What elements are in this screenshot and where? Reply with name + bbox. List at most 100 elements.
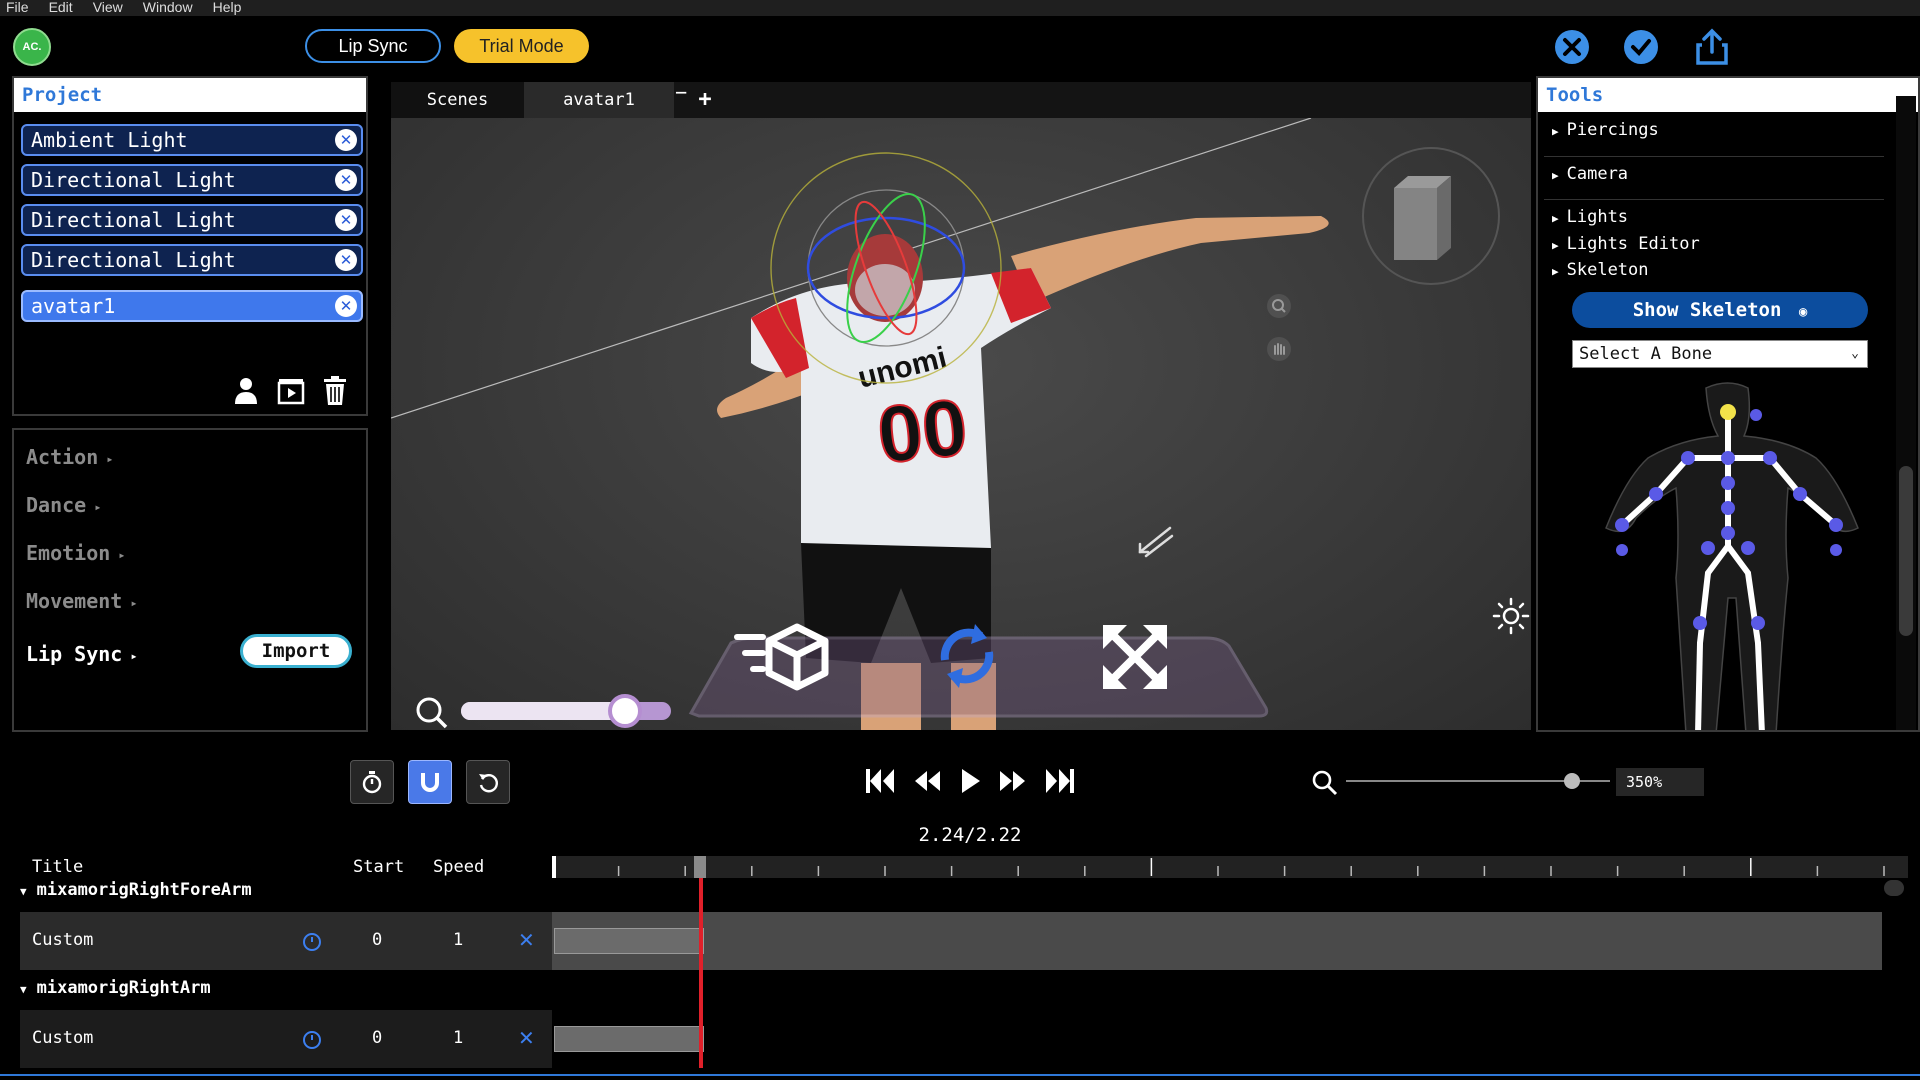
- tools-panel: Tools ▶ Piercings ▶ Camera ▶ Lights ▶ Lights…: [1536, 76, 1920, 732]
- track-start[interactable]: 0: [372, 1028, 382, 1048]
- animation-clip[interactable]: [554, 1026, 704, 1052]
- timeline-ruler[interactable]: [552, 856, 1908, 878]
- bone-select-value: Select A Bone: [1579, 344, 1713, 364]
- trash-icon[interactable]: [323, 376, 347, 410]
- track-group-right-arm[interactable]: ▼ mixamorigRightArm: [20, 978, 211, 998]
- skeleton-figure[interactable]: [1538, 378, 1898, 732]
- stopwatch-icon[interactable]: [301, 930, 323, 956]
- playhead-line[interactable]: [699, 878, 703, 1068]
- timeline-zoom-icon: [1312, 770, 1338, 800]
- lighting-sun-icon[interactable]: [1491, 596, 1531, 640]
- tool-piercings[interactable]: ▶ Piercings: [1552, 120, 1659, 140]
- playhead-handle: [694, 856, 706, 878]
- add-tab-button[interactable]: +: [693, 82, 717, 118]
- category-emotion[interactable]: Emotion ▸: [26, 541, 126, 565]
- pan-hand-icon[interactable]: [1266, 336, 1292, 366]
- category-action[interactable]: Action ▸: [26, 445, 113, 469]
- tool-lights-editor[interactable]: ▶ Lights Editor: [1552, 234, 1700, 254]
- share-export-icon[interactable]: [1693, 28, 1731, 66]
- remove-icon[interactable]: ✕: [335, 129, 357, 151]
- delete-track-icon[interactable]: ✕: [518, 928, 535, 952]
- add-scene-icon[interactable]: [277, 377, 305, 409]
- category-label: Dance: [26, 493, 87, 517]
- skip-to-start-icon[interactable]: [864, 766, 896, 800]
- tool-lights[interactable]: ▶ Lights: [1552, 207, 1628, 227]
- tab-avatar1[interactable]: avatar1: [524, 82, 674, 118]
- tool-divider: [1544, 156, 1884, 157]
- avatar-right-arm: [1011, 216, 1329, 303]
- menu-edit[interactable]: Edit: [49, 0, 73, 16]
- menu-view[interactable]: View: [93, 0, 123, 16]
- snap-magnet-button[interactable]: [408, 760, 452, 804]
- track-row[interactable]: Custom 0 1 ✕: [20, 1010, 552, 1068]
- track-lane[interactable]: [552, 912, 1882, 970]
- track-lane[interactable]: [552, 1010, 1882, 1068]
- zoom-tool-icon[interactable]: [1266, 293, 1292, 323]
- 3d-viewport[interactable]: unomi 00: [391, 118, 1531, 730]
- import-button[interactable]: Import: [240, 634, 352, 668]
- timer-button[interactable]: [350, 760, 394, 804]
- track-speed[interactable]: 1: [453, 1028, 463, 1048]
- tools-scrollbar-thumb[interactable]: [1899, 466, 1913, 636]
- fast-forward-icon[interactable]: [998, 766, 1028, 800]
- 3d-object-menu-icon[interactable]: [733, 623, 833, 697]
- category-movement[interactable]: Movement ▸: [26, 589, 138, 613]
- tool-camera[interactable]: ▶ Camera: [1552, 164, 1628, 184]
- skip-to-end-icon[interactable]: [1044, 766, 1076, 800]
- project-item-directional-light[interactable]: Directional Light ✕: [21, 244, 363, 276]
- track-group-label: mixamorigRightArm: [36, 978, 211, 998]
- remove-icon[interactable]: ✕: [335, 249, 357, 271]
- track-row[interactable]: Custom 0 1 ✕: [20, 912, 552, 970]
- add-avatar-icon[interactable]: [232, 376, 260, 410]
- trial-mode-badge[interactable]: Trial Mode: [454, 29, 589, 63]
- confirm-check-icon[interactable]: [1622, 28, 1660, 66]
- scale-mode-icon[interactable]: [1101, 623, 1169, 695]
- project-item-directional-light[interactable]: Directional Light ✕: [21, 204, 363, 236]
- stopwatch-icon[interactable]: [301, 1028, 323, 1054]
- rewind-icon[interactable]: [912, 766, 942, 800]
- tab-scenes[interactable]: Scenes: [391, 82, 524, 118]
- bone-select-dropdown[interactable]: Select A Bone ⌄: [1572, 340, 1868, 368]
- play-icon[interactable]: [956, 766, 984, 800]
- project-item-label: avatar1: [31, 294, 116, 318]
- collapse-arrows-icon[interactable]: [1136, 522, 1176, 562]
- reset-button[interactable]: [466, 760, 510, 804]
- rotate-mode-icon[interactable]: [931, 620, 1003, 696]
- project-item-directional-light[interactable]: Directional Light ✕: [21, 164, 363, 196]
- project-item-label: Directional Light: [31, 208, 236, 232]
- remove-tab-button[interactable]: −: [671, 82, 691, 118]
- track-start[interactable]: 0: [372, 930, 382, 950]
- category-label: Action: [26, 445, 99, 469]
- tool-skeleton[interactable]: ▶ Skeleton: [1552, 260, 1649, 280]
- close-icon[interactable]: [1553, 28, 1591, 66]
- tools-scrollbar[interactable]: [1896, 96, 1916, 730]
- animation-clip[interactable]: [554, 928, 704, 954]
- show-skeleton-label: Show Skeleton: [1632, 299, 1782, 321]
- tool-divider: [1544, 199, 1884, 200]
- category-lip-sync[interactable]: Lip Sync ▸: [26, 642, 138, 666]
- lip-sync-button[interactable]: Lip Sync: [305, 29, 441, 63]
- menu-file[interactable]: File: [6, 0, 29, 16]
- remove-icon[interactable]: ✕: [335, 169, 357, 191]
- timeline-zoom-slider-thumb[interactable]: [1564, 773, 1580, 789]
- delete-track-icon[interactable]: ✕: [518, 1026, 535, 1050]
- track-group-label: mixamorigRightForeArm: [36, 880, 252, 900]
- menu-window[interactable]: Window: [143, 0, 193, 16]
- project-item-label: Directional Light: [31, 168, 236, 192]
- track-speed[interactable]: 1: [453, 930, 463, 950]
- app-logo[interactable]: AC.: [13, 28, 51, 66]
- show-skeleton-button[interactable]: Show Skeleton ◉: [1572, 292, 1868, 328]
- project-item-avatar1[interactable]: avatar1 ✕: [21, 290, 363, 322]
- remove-icon[interactable]: ✕: [335, 209, 357, 231]
- project-item-ambient-light[interactable]: Ambient Light ✕: [21, 124, 363, 156]
- remove-icon[interactable]: ✕: [335, 295, 357, 317]
- column-title: Title: [32, 857, 84, 877]
- category-dance[interactable]: Dance ▸: [26, 493, 101, 517]
- viewport-zoom-slider-thumb: [608, 694, 642, 728]
- timeline-scroll-indicator[interactable]: [1884, 880, 1904, 896]
- track-group-right-forearm[interactable]: ▼ mixamorigRightForeArm: [20, 880, 252, 900]
- time-display: 2.24/2.22: [918, 824, 1022, 846]
- zoom-level-field[interactable]: 350%: [1616, 768, 1704, 796]
- view-cube: [1394, 188, 1437, 260]
- menu-help[interactable]: Help: [213, 0, 242, 16]
